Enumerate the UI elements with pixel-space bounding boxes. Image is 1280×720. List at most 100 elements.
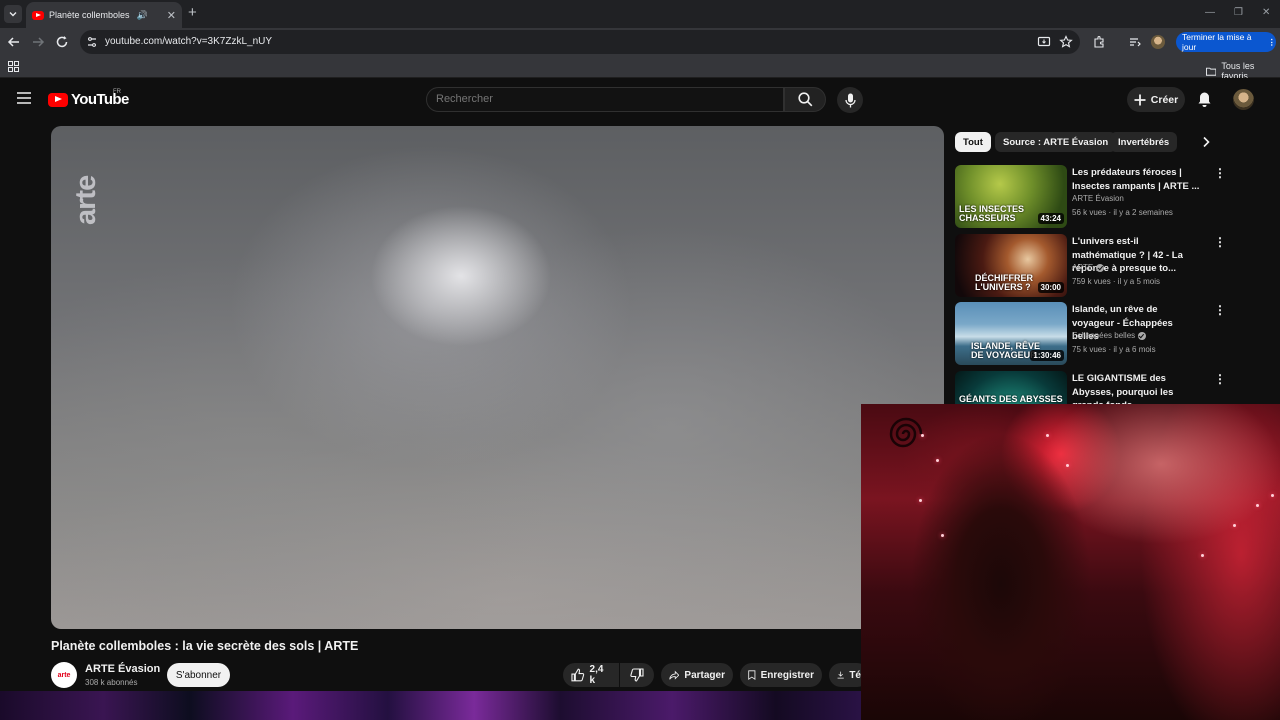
channel-label: ARTE Évasion xyxy=(1072,194,1124,203)
more-menu-icon: ⋮ xyxy=(1267,36,1277,47)
chevron-right-icon[interactable] xyxy=(1199,135,1213,149)
create-label: Créer xyxy=(1150,93,1179,106)
back-icon[interactable] xyxy=(6,34,22,50)
voice-search-button[interactable] xyxy=(837,87,863,113)
light-dot xyxy=(1201,554,1204,557)
light-dot xyxy=(936,459,939,462)
menu-icon[interactable] xyxy=(17,92,31,104)
minimize-icon[interactable]: — xyxy=(1205,7,1215,18)
channel-label: ARTE xyxy=(1072,263,1094,272)
bookmarks-bar xyxy=(0,56,1280,78)
tab-title: Planète collemboles : la vie xyxy=(49,10,132,20)
recommendation-meta: 56 k vues · il y a 2 semaines xyxy=(1072,208,1173,217)
download-icon xyxy=(837,671,844,679)
verified-icon xyxy=(1138,331,1147,340)
subscribe-button[interactable]: S'abonner xyxy=(167,663,230,687)
url-text[interactable]: youtube.com/watch?v=3K7ZzkL_nUY xyxy=(105,36,272,47)
update-browser-button[interactable]: Terminer la mise à jour ⋮ xyxy=(1176,32,1276,52)
thumbnail-text: GÉANTS DES ABYSSES xyxy=(959,394,1063,404)
search-button[interactable] xyxy=(784,87,826,112)
video-duration: 1:30:46 xyxy=(1030,350,1064,361)
dislike-icon xyxy=(630,668,644,682)
channel-name[interactable]: ARTE Évasion xyxy=(85,663,160,675)
download-label: Té xyxy=(849,669,861,681)
new-tab-button[interactable]: + xyxy=(188,5,197,21)
chip-all[interactable]: Tout xyxy=(955,132,991,152)
recommendation-meta: 75 k vues · il y a 6 mois xyxy=(1072,345,1156,354)
save-button[interactable]: Enregistrer xyxy=(740,663,822,687)
recommendation-channel[interactable]: ARTE xyxy=(1072,263,1105,272)
like-button[interactable]: 2,4 k xyxy=(563,663,619,687)
kebab-icon[interactable]: ⋮ xyxy=(1214,236,1226,248)
content-below-preview xyxy=(0,691,862,720)
recommendation-item[interactable]: ISLANDE, RÊVE DE VOYAGEUR 1:30:46 Island… xyxy=(955,302,1275,366)
share-icon xyxy=(669,670,680,680)
like-count: 2,4 k xyxy=(589,664,604,686)
bookmark-star-icon[interactable] xyxy=(1059,35,1073,49)
save-label: Enregistrer xyxy=(760,669,814,681)
youtube-favicon-icon xyxy=(32,10,44,20)
folder-icon xyxy=(1206,67,1217,76)
close-tab-icon[interactable]: ✕ xyxy=(167,9,176,22)
verified-icon xyxy=(1096,263,1105,272)
notifications-bell-icon[interactable] xyxy=(1197,91,1212,108)
maximize-icon[interactable]: ❐ xyxy=(1234,7,1243,18)
light-dot xyxy=(941,534,944,537)
video-player[interactable] xyxy=(51,126,944,629)
channel-avatar[interactable]: arte xyxy=(51,662,77,688)
extensions-icon[interactable] xyxy=(1092,35,1106,49)
account-avatar[interactable] xyxy=(1233,89,1254,110)
browser-tab[interactable]: Planète collemboles : la vie 🔊 ✕ xyxy=(26,2,182,28)
light-dot xyxy=(1256,504,1259,507)
share-button[interactable]: Partager xyxy=(661,663,733,687)
create-button[interactable]: Créer xyxy=(1127,87,1185,112)
speaker-icon[interactable]: 🔊 xyxy=(137,10,148,21)
recommendation-item[interactable]: LES INSECTES CHASSEURS 43:24 Les prédate… xyxy=(955,165,1275,229)
search-icon xyxy=(797,92,812,107)
arte-watermark: arte xyxy=(70,145,102,225)
light-dot xyxy=(919,499,922,502)
chip-source-arte[interactable]: Source : ARTE Évasion xyxy=(995,132,1117,152)
recommendation-item[interactable]: DÉCHIFFRER L'UNIVERS ? 30:00 L'univers e… xyxy=(955,234,1275,298)
channel-avatar-logo: arte xyxy=(57,671,71,679)
recommendation-thumbnail[interactable]: LES INSECTES CHASSEURS 43:24 xyxy=(955,165,1067,228)
window-close-icon[interactable]: ✕ xyxy=(1262,7,1270,18)
kebab-icon[interactable]: ⋮ xyxy=(1214,373,1226,385)
tab-search-button[interactable] xyxy=(4,5,22,23)
site-info-icon[interactable] xyxy=(86,36,98,48)
forward-icon[interactable] xyxy=(30,34,46,50)
video-duration: 43:24 xyxy=(1037,213,1064,224)
save-icon xyxy=(748,670,756,680)
webcam-overlay xyxy=(861,404,1280,720)
recommendation-channel[interactable]: ARTE Évasion xyxy=(1072,194,1124,203)
chevron-down-icon xyxy=(9,12,17,17)
dislike-button[interactable] xyxy=(620,663,654,687)
profile-avatar[interactable] xyxy=(1151,35,1165,49)
light-dot xyxy=(1233,524,1236,527)
search-input[interactable] xyxy=(436,93,766,105)
watermark-text: arte xyxy=(70,175,102,225)
like-icon xyxy=(571,668,585,682)
kebab-icon[interactable]: ⋮ xyxy=(1214,167,1226,179)
youtube-play-icon xyxy=(48,92,68,107)
recommendation-thumbnail[interactable]: DÉCHIFFRER L'UNIVERS ? 30:00 xyxy=(955,234,1067,297)
video-duration: 30:00 xyxy=(1037,282,1064,293)
chip-invertebrates[interactable]: Invertébrés xyxy=(1110,132,1178,152)
spiral-decoration xyxy=(889,417,923,448)
install-app-icon[interactable] xyxy=(1037,35,1051,49)
update-label: Terminer la mise à jour xyxy=(1182,32,1252,52)
plus-icon xyxy=(1134,94,1146,105)
recommendation-meta: 759 k vues · il y a 5 mois xyxy=(1072,277,1161,286)
subscriber-count: 308 k abonnés xyxy=(85,678,138,687)
recommendation-channel[interactable]: Echappées belles xyxy=(1072,331,1147,340)
recommendation-thumbnail[interactable]: ISLANDE, RÊVE DE VOYAGEUR 1:30:46 xyxy=(955,302,1067,365)
reading-list-icon[interactable] xyxy=(1128,35,1142,49)
thumbnail-text: DÉCHIFFRER L'UNIVERS ? xyxy=(975,273,1033,292)
region-code: FR xyxy=(113,89,121,95)
reload-icon[interactable] xyxy=(54,34,70,50)
apps-grid-icon[interactable] xyxy=(8,61,19,72)
light-dot xyxy=(1066,464,1069,467)
recommendation-title[interactable]: Les prédateurs féroces | Insectes rampan… xyxy=(1072,166,1202,193)
light-dot xyxy=(1046,434,1049,437)
kebab-icon[interactable]: ⋮ xyxy=(1214,304,1226,316)
